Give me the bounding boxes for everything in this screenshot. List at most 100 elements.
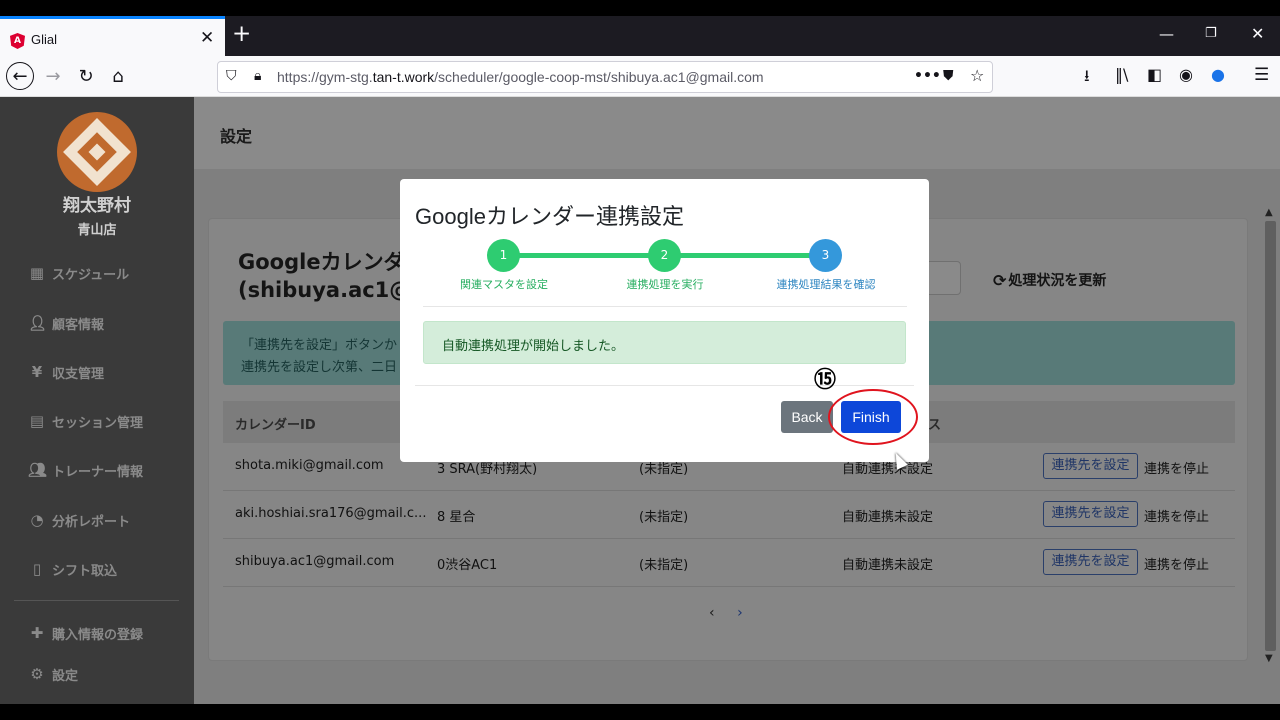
page-actions-icon[interactable]: ••• — [914, 68, 941, 84]
sidebar-item-label: 顧客情報 — [52, 317, 105, 333]
users-icon: 👥︎ — [28, 461, 48, 479]
step-3-circle: 3 — [809, 239, 842, 272]
url-prefix: https://gym-stg. — [277, 69, 373, 85]
previous-page-icon[interactable]: ‹ — [709, 605, 715, 621]
finish-highlight-ring — [828, 389, 918, 445]
success-alert: 自動連携処理が開始しました。 — [423, 321, 906, 364]
reload-icon[interactable]: ↻ — [72, 62, 100, 90]
sidebar-item-shift-import[interactable]: ▯ シフト取込 — [28, 558, 117, 580]
step-1-label: 関連マスタを設定 — [460, 278, 548, 291]
sidebar-item-label: 収支管理 — [52, 366, 105, 382]
pocket-icon[interactable]: ⛊ — [943, 68, 954, 84]
user-icon: 👤︎ — [28, 314, 48, 332]
status-cell: 自動連携未設定 — [842, 510, 934, 525]
browser-tab[interactable]: A Glial ✕ — [0, 16, 225, 56]
minimize-icon[interactable]: — — [1159, 25, 1174, 43]
success-message: 自動連携処理が開始しました。 — [442, 339, 625, 354]
gear-icon: ⚙ — [30, 665, 44, 683]
angular-favicon-icon: A — [10, 33, 25, 49]
refresh-label: 処理状況を更新 — [1008, 273, 1107, 289]
step-2-circle: 2 — [648, 239, 681, 272]
sidebar-item-trainers[interactable]: 👥︎ トレーナー情報 — [28, 459, 143, 481]
table-row: aki.hoshiai.sra176@gmail.c... 8 星合 (未指定)… — [223, 491, 1235, 539]
pagination: ‹ › — [709, 605, 743, 621]
trainer-cell: 8 星合 — [437, 510, 476, 525]
file-icon: ▯ — [32, 560, 42, 578]
page-header: 設定 — [194, 97, 1280, 169]
scroll-up-icon[interactable]: ▲ — [1265, 207, 1273, 218]
lock-icon[interactable]: 🔒︎ — [254, 68, 261, 84]
page-scrollbar[interactable]: ▲ ▼ — [1262, 207, 1280, 667]
modal-divider — [423, 306, 907, 307]
sidebar-divider — [14, 600, 179, 601]
sidebar-toggle-icon[interactable]: ◧ — [1147, 65, 1162, 84]
url-domain: tan-t.work — [372, 69, 435, 85]
browser-toolbar: ← → ↻ ⌂ ⛉ 🔒︎ https://gym-stg.tan-t.work/… — [0, 56, 1280, 97]
shop-name: 青山店 — [77, 223, 117, 238]
sidebar-item-schedule[interactable]: ▦ スケジュール — [28, 262, 129, 284]
next-page-icon[interactable]: › — [737, 605, 743, 621]
url-text[interactable]: https://gym-stg.tan-t.work/scheduler/goo… — [277, 69, 764, 85]
sidebar-item-label: 分析レポート — [52, 514, 131, 530]
pie-chart-icon: ◔ — [30, 511, 44, 529]
sidebar-item-label: シフト取込 — [52, 563, 118, 579]
step-1-circle: 1 — [487, 239, 520, 272]
plus-icon: ✚ — [30, 624, 44, 642]
window-close-icon[interactable]: ✕ — [1251, 25, 1264, 43]
url-path: /scheduler/google-coop-mst/shibuya.ac1@g… — [434, 69, 764, 85]
back-arrow-icon[interactable]: ← — [6, 62, 34, 90]
stop-link-button[interactable]: 連携を停止 — [1144, 554, 1209, 573]
column-header-status: ス — [928, 418, 942, 433]
menu-icon[interactable]: ☰ — [1254, 65, 1269, 85]
scroll-down-icon[interactable]: ▼ — [1265, 653, 1273, 664]
user-name: 翔太野村 — [63, 196, 131, 216]
stop-link-button[interactable]: 連携を停止 — [1144, 458, 1209, 477]
restore-icon[interactable]: ❐ — [1205, 25, 1217, 43]
sidebar-item-purchase[interactable]: ✚ 購入情報の登録 — [28, 622, 143, 644]
refresh-icon: ⟳ — [993, 270, 1007, 290]
refresh-status-button[interactable]: ⟳ 処理状況を更新 — [993, 270, 1106, 290]
bookmark-star-icon[interactable]: ☆ — [970, 66, 984, 85]
sidebar-item-sessions[interactable]: ▤ セッション管理 — [28, 410, 143, 432]
forward-arrow-icon[interactable]: → — [39, 62, 67, 90]
extension-icon[interactable]: ● — [1211, 65, 1225, 84]
page-title: 設定 — [220, 127, 253, 146]
shield-icon[interactable]: ⛉ — [226, 68, 237, 84]
set-link-button[interactable]: 連携先を設定 — [1043, 549, 1138, 575]
avatar — [57, 112, 137, 192]
card-title-line: Googleカレンダー — [238, 250, 426, 274]
step-connector — [664, 253, 825, 258]
sidebar-item-finance[interactable]: ¥ 収支管理 — [28, 361, 104, 383]
downloads-icon[interactable]: ⭳ — [1084, 65, 1090, 92]
sidebar-item-settings[interactable]: ⚙ 設定 — [28, 663, 78, 685]
stop-link-button[interactable]: 連携を停止 — [1144, 506, 1209, 525]
sidebar-item-label: スケジュール — [52, 267, 130, 283]
library-icon[interactable]: ‖\ — [1115, 65, 1128, 84]
step-2-label: 連携処理を実行 — [626, 278, 704, 291]
back-button[interactable]: Back — [781, 401, 833, 433]
scroll-thumb[interactable] — [1265, 221, 1276, 651]
status-cell: 自動連携未設定 — [842, 558, 934, 573]
column-header-calendar-id: カレンダーID — [235, 418, 316, 433]
account-icon[interactable]: ◉ — [1179, 65, 1193, 84]
step-3-label: 連携処理結果を確認 — [776, 278, 876, 291]
screen: A Glial ✕ + — ❐ ✕ ← → ↻ ⌂ ⛉ 🔒︎ https://g… — [0, 0, 1280, 720]
set-link-button[interactable]: 連携先を設定 — [1043, 453, 1138, 479]
tab-title: Glial — [31, 32, 58, 47]
set-link-button[interactable]: 連携先を設定 — [1043, 501, 1138, 527]
info-text: 「連携先を設定」ボタンか — [241, 338, 398, 353]
info-text: 連携先を設定し次第、二日 — [241, 360, 398, 375]
address-bar[interactable]: ⛉ 🔒︎ https://gym-stg.tan-t.work/schedule… — [217, 61, 993, 93]
step-connector — [503, 253, 664, 258]
calendar-icon: ▦ — [29, 264, 45, 282]
calendar-id-cell: shota.miki@gmail.com — [235, 458, 384, 473]
target-cell: (未指定) — [639, 510, 689, 525]
new-tab-button[interactable]: + — [232, 21, 251, 47]
sidebar-item-customers[interactable]: 👤︎ 顧客情報 — [28, 312, 104, 334]
home-icon[interactable]: ⌂ — [104, 62, 132, 90]
tab-close-icon[interactable]: ✕ — [200, 29, 214, 47]
yen-icon: ¥ — [31, 363, 43, 381]
trainer-cell: 0渋谷AC1 — [437, 558, 498, 573]
sidebar-item-label: セッション管理 — [52, 415, 144, 431]
sidebar-item-reports[interactable]: ◔ 分析レポート — [28, 509, 130, 531]
